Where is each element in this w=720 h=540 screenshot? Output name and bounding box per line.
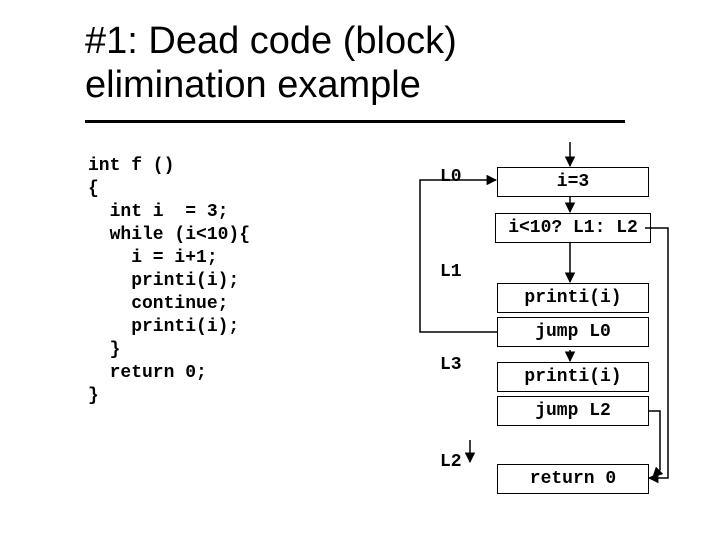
box-jump-l0: jump L0 [497, 317, 649, 347]
title-underline [85, 120, 625, 123]
box-return: return 0 [497, 464, 649, 494]
code-block: int f () { int i = 3; while (i<10){ i = … [88, 155, 250, 408]
box-i3: i=3 [497, 167, 649, 197]
label-l1: L1 [440, 262, 462, 282]
label-l3: L3 [440, 355, 462, 375]
label-l0: L0 [440, 167, 462, 187]
slide-title: #1: Dead code (block) elimination exampl… [85, 20, 625, 107]
box-printi2: printi(i) [497, 362, 649, 392]
box-jump-l2: jump L2 [497, 396, 649, 426]
label-l2: L2 [440, 452, 462, 472]
title-line-2: elimination example [85, 64, 421, 106]
title-line-1: #1: Dead code (block) [85, 20, 457, 62]
box-printi1: printi(i) [497, 283, 649, 313]
box-cond: i<10? L1: L2 [495, 213, 651, 243]
